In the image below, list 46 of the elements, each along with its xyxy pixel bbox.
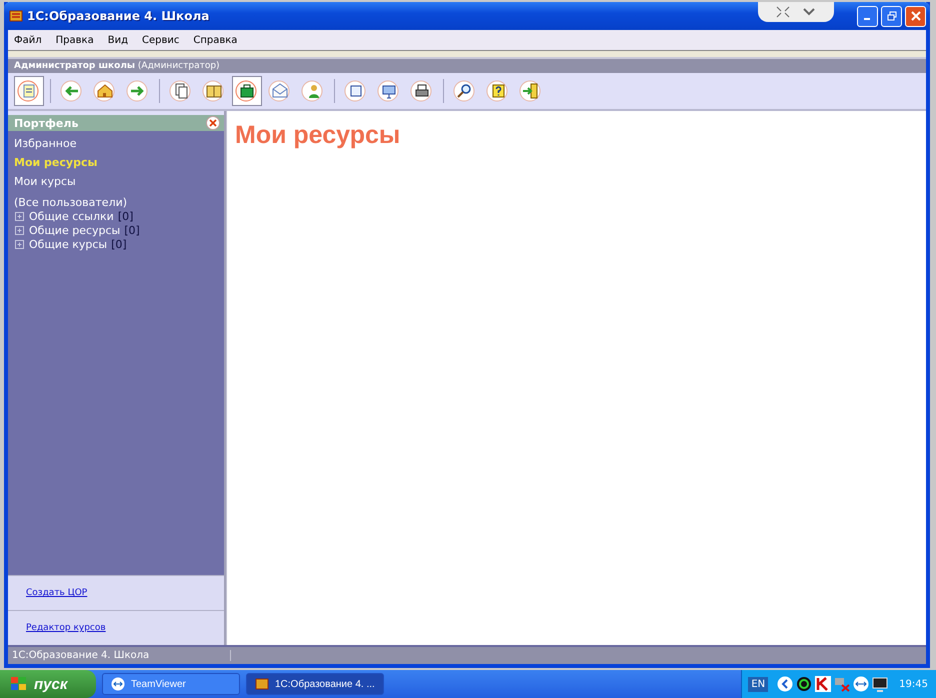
sidebar-item[interactable]: Мои ресурсы xyxy=(14,156,98,169)
menu-item[interactable]: Правка xyxy=(56,34,94,46)
network-error-icon[interactable] xyxy=(834,676,850,692)
app-icon xyxy=(8,8,24,24)
monitor-icon[interactable] xyxy=(872,676,888,692)
close-button[interactable] xyxy=(206,116,220,130)
circle-icon[interactable] xyxy=(796,676,812,692)
clock: 19:45 xyxy=(899,678,928,690)
user-name: Администратор школы (Администратор) xyxy=(14,61,220,71)
sidebar-item[interactable]: Избранное xyxy=(14,137,76,150)
app-icon[interactable] xyxy=(255,677,269,691)
expand-icon[interactable] xyxy=(15,226,24,234)
menu-item[interactable]: Файл xyxy=(14,34,42,46)
panel-title: Портфель xyxy=(14,116,78,130)
window-title: 1С:Образование 4. Школа xyxy=(27,9,210,23)
minimize-button[interactable] xyxy=(857,6,878,26)
start-button[interactable]: пуск xyxy=(0,670,96,698)
link[interactable]: Редактор курсов xyxy=(26,623,106,633)
restore-button[interactable] xyxy=(881,6,902,26)
tree-item[interactable]: Общие ссылки xyxy=(29,210,114,222)
menu-item[interactable]: Справка xyxy=(193,34,238,46)
item-count: [0] xyxy=(118,210,134,222)
item-count: [0] xyxy=(111,238,127,250)
taskbar-button[interactable]: 1С:Образование 4. ... xyxy=(246,673,384,695)
taskbar-button[interactable]: TeamViewer xyxy=(102,673,240,695)
item-count: [0] xyxy=(124,224,140,236)
windows-logo-icon[interactable] xyxy=(10,676,28,692)
link[interactable]: Создать ЦОР xyxy=(26,588,88,598)
status-text: 1С:Образование 4. Школа xyxy=(12,650,231,661)
k-icon[interactable] xyxy=(815,676,832,692)
menu-item[interactable]: Сервис xyxy=(142,34,180,46)
expand-icon[interactable] xyxy=(15,240,24,248)
restore-icon[interactable] xyxy=(886,11,896,21)
chevron-left-icon[interactable] xyxy=(777,676,794,692)
chevron-down-icon[interactable] xyxy=(802,6,816,18)
remote-control-tab[interactable] xyxy=(758,2,834,22)
close-icon[interactable] xyxy=(910,11,920,21)
tree-item[interactable]: Общие курсы xyxy=(29,238,108,250)
fullscreen-icon[interactable] xyxy=(776,6,790,18)
menu-item[interactable]: Вид xyxy=(108,34,128,46)
sidebar-item[interactable]: Мои курсы xyxy=(14,175,76,188)
expand-icon[interactable] xyxy=(15,212,24,220)
page-heading: Мои ресурсы xyxy=(235,121,402,150)
language-indicator[interactable]: EN xyxy=(748,676,768,692)
tree-item[interactable]: Общие ресурсы xyxy=(29,224,120,236)
group-label: (Все пользователи) xyxy=(14,196,128,209)
